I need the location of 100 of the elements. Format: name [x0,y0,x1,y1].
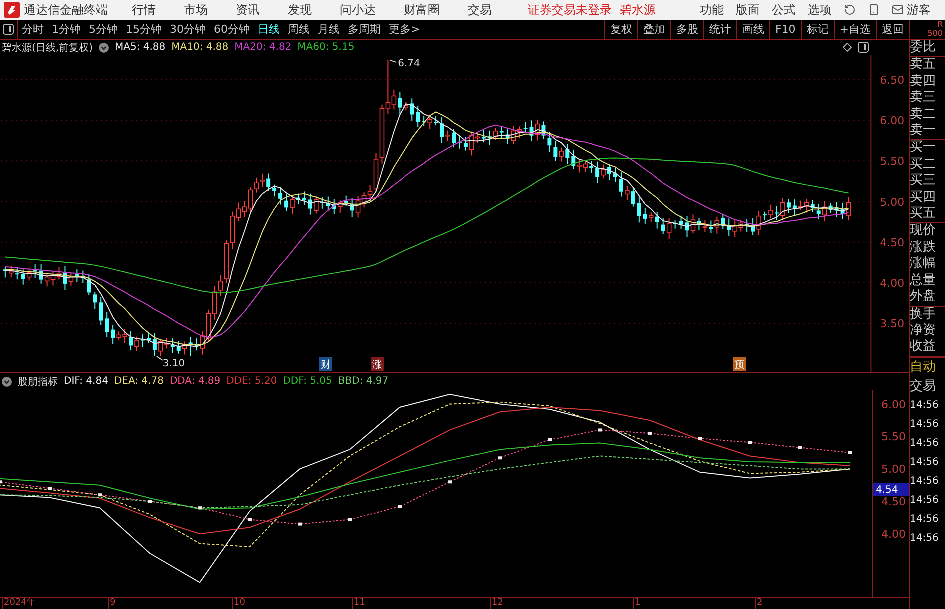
logo-icon [4,2,20,18]
trade-label: 交易 [910,378,937,396]
menu-item[interactable]: 版面 [736,2,760,18]
date-axis-label: 9 [108,598,116,609]
indicator-value: DDE: 5.20 [226,376,278,387]
price-axis-label: 4.00 [880,277,905,290]
indicator-axis-label: 4.00 [882,528,906,542]
indicator-axis-label: 5.50 [882,430,906,444]
corner-label: 500 [928,29,943,38]
price-axis-label: 6.50 [880,74,905,87]
indicator-value: DEA: 4.78 [114,376,164,387]
quote-label: 涨跌 [910,240,937,256]
period-tab[interactable]: 5分钟 [85,20,122,39]
menu-item[interactable]: 资讯 [236,2,260,18]
ma-value: MA10: 4.88 [172,42,229,53]
date-axis-label: 2024年 [2,598,36,609]
trade-time: 14:56 [910,512,940,527]
price-axis-label: 4.50 [880,236,905,250]
event-badge[interactable]: 预 [733,357,746,372]
quote-label: 卖四 [910,74,937,90]
panel-toggle-icon[interactable] [3,24,14,35]
date-axis-label: 12 [490,598,504,609]
app-title: 通达信金融终端 [24,2,108,18]
quote-label: 委比 [910,40,937,56]
indicator-value: BBD: 4.97 [338,376,389,387]
diamond-icon[interactable] [843,43,852,52]
quote-label: 总量 [910,272,937,290]
period-tab[interactable]: 周线 [284,20,314,39]
user-label[interactable]: 游客 [907,2,931,18]
quote-label: 收益 [910,339,937,356]
price-axis-label: 6.00 [880,114,905,128]
phone-icon[interactable] [868,4,880,16]
date-axis-label: 11 [352,598,366,609]
indicator-value: DDF: 5.05 [283,376,332,387]
trade-time: 14:56 [910,418,940,432]
refresh-icon[interactable] [844,4,856,16]
date-axis-label: 10 [232,598,246,609]
trade-time: 14:56 [910,532,940,546]
price-axis-label: 5.50 [880,155,905,168]
quote-label: 换手 [910,306,937,323]
login-status: 证券交易未登录 [528,2,612,18]
quote-label: 涨幅 [910,256,937,273]
menu-item[interactable]: 财富圈 [404,2,440,18]
menu-item[interactable]: 功能 [700,2,724,18]
menu-item[interactable]: 交易 [468,2,492,18]
period-tab[interactable]: 更多> [385,20,424,39]
period-tab[interactable]: 30分钟 [166,20,210,39]
period-tab[interactable]: 15分钟 [122,20,166,39]
ma-value: MA20: 4.82 [234,42,292,53]
event-badge[interactable]: 涨 [371,357,384,372]
quote-label: 卖一 [910,123,937,140]
stock-name: 碧水源 [620,2,656,18]
ma-value: MA60: 5.15 [298,42,355,53]
indicator-axis-label: 6.00 [882,398,906,412]
quote-label: 买一 [910,140,937,157]
quote-label: 买三 [910,173,937,190]
current-value-label: 4.54 [873,483,909,496]
period-tab[interactable]: 1分钟 [48,20,85,39]
quote-label: 卖三 [910,90,937,107]
quote-label: 买四 [910,190,937,206]
period-tab[interactable]: 日线 [254,20,284,39]
indicator-axis-label: 4.50 [882,496,906,509]
date-axis-label: 1 [633,598,641,609]
menu-item[interactable]: 行情 [132,2,156,18]
period-tab[interactable]: 分时 [18,20,48,39]
price-annotation: 3.10 [156,356,186,370]
menu-item[interactable]: 发现 [288,2,312,18]
indicator-axis-label: 5.00 [882,463,906,476]
indicator-title: 股朋指标 [18,376,58,388]
trade-time: 14:56 [910,474,940,489]
quote-label: 卖二 [910,106,937,123]
menu-item[interactable]: 问小达 [340,2,376,18]
ma-value: MA5: 4.88 [114,42,166,53]
quote-label: 卖五 [910,57,937,74]
quote-label: 买五 [910,206,937,222]
quote-label: 现价 [910,223,937,240]
trade-time: 14:56 [910,456,940,470]
trade-time: 14:56 [910,398,940,413]
quote-label: 净资 [910,322,937,340]
mode-label[interactable]: 自动 [910,356,945,377]
panel-toggle-icon[interactable] [858,42,869,53]
stock-title: 碧水源(日线,前复权) [2,42,93,54]
period-tab[interactable]: 月线 [314,20,344,39]
price-annotation: 6.74 [390,58,420,70]
menu-item[interactable]: 市场 [184,2,208,18]
event-badge[interactable]: 财 [319,357,332,372]
period-tab[interactable]: 多周期 [344,20,385,39]
mail-icon[interactable] [892,4,904,16]
menu-item[interactable]: 选项 [808,2,832,18]
quote-label: 买二 [910,156,937,174]
corner-label: R [937,20,943,29]
price-axis-label: 3.50 [880,318,905,331]
indicator-value: DDA: 4.89 [170,376,221,387]
menu-item[interactable]: 公式 [772,2,796,18]
date-axis-label: 2 [755,598,763,609]
trade-time: 14:56 [910,436,940,451]
period-tab[interactable]: 60分钟 [210,20,254,39]
quote-label: 外盘 [910,289,937,306]
indicator-value: DIF: 4.84 [64,376,108,387]
price-axis-label: 5.00 [880,196,905,209]
